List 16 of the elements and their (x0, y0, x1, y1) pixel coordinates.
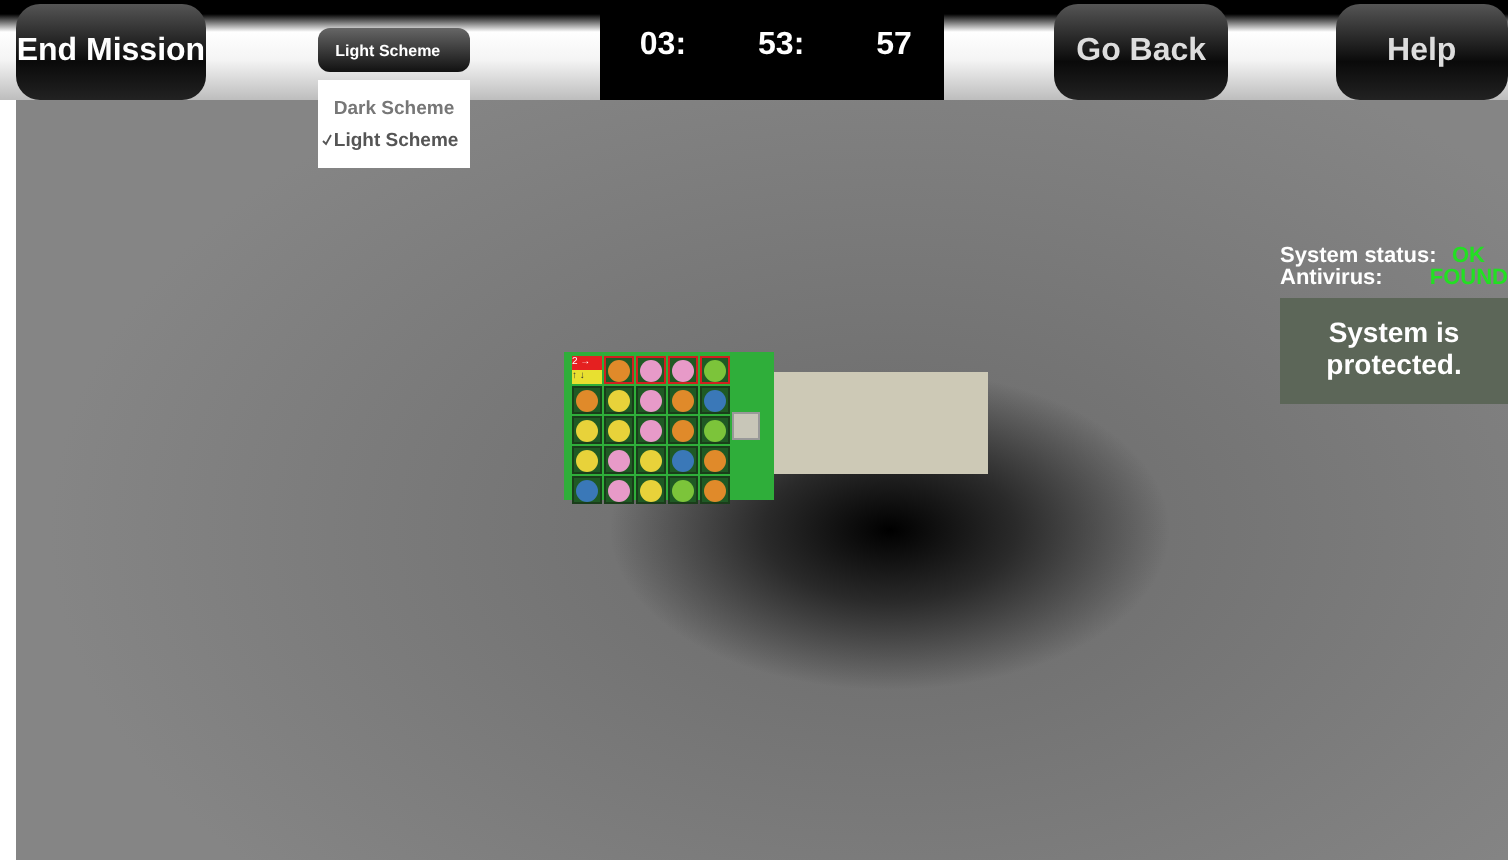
status-value: FOUND (1429, 268, 1508, 290)
status-value: OK (1452, 246, 1485, 268)
help-button[interactable]: Help (1335, 4, 1508, 100)
status-label: Antivirus: (1280, 268, 1385, 290)
status-label: System status: (1280, 246, 1439, 268)
go-back-button[interactable]: Go Back (1054, 4, 1228, 100)
scheme-dropdown[interactable]: Light Scheme (317, 28, 470, 72)
check-icon (321, 134, 332, 146)
timer-text: 53: (758, 28, 805, 64)
timer-text: 03: (639, 28, 687, 64)
end-mission-button[interactable]: End Mission (16, 4, 206, 100)
timer-text: 57 (876, 28, 912, 64)
menu-item[interactable]: Dark Scheme (317, 92, 470, 124)
menu-item[interactable]: Light Scheme (317, 124, 470, 156)
square-marker (732, 412, 760, 440)
protection-message: System is protected. (1280, 298, 1508, 404)
